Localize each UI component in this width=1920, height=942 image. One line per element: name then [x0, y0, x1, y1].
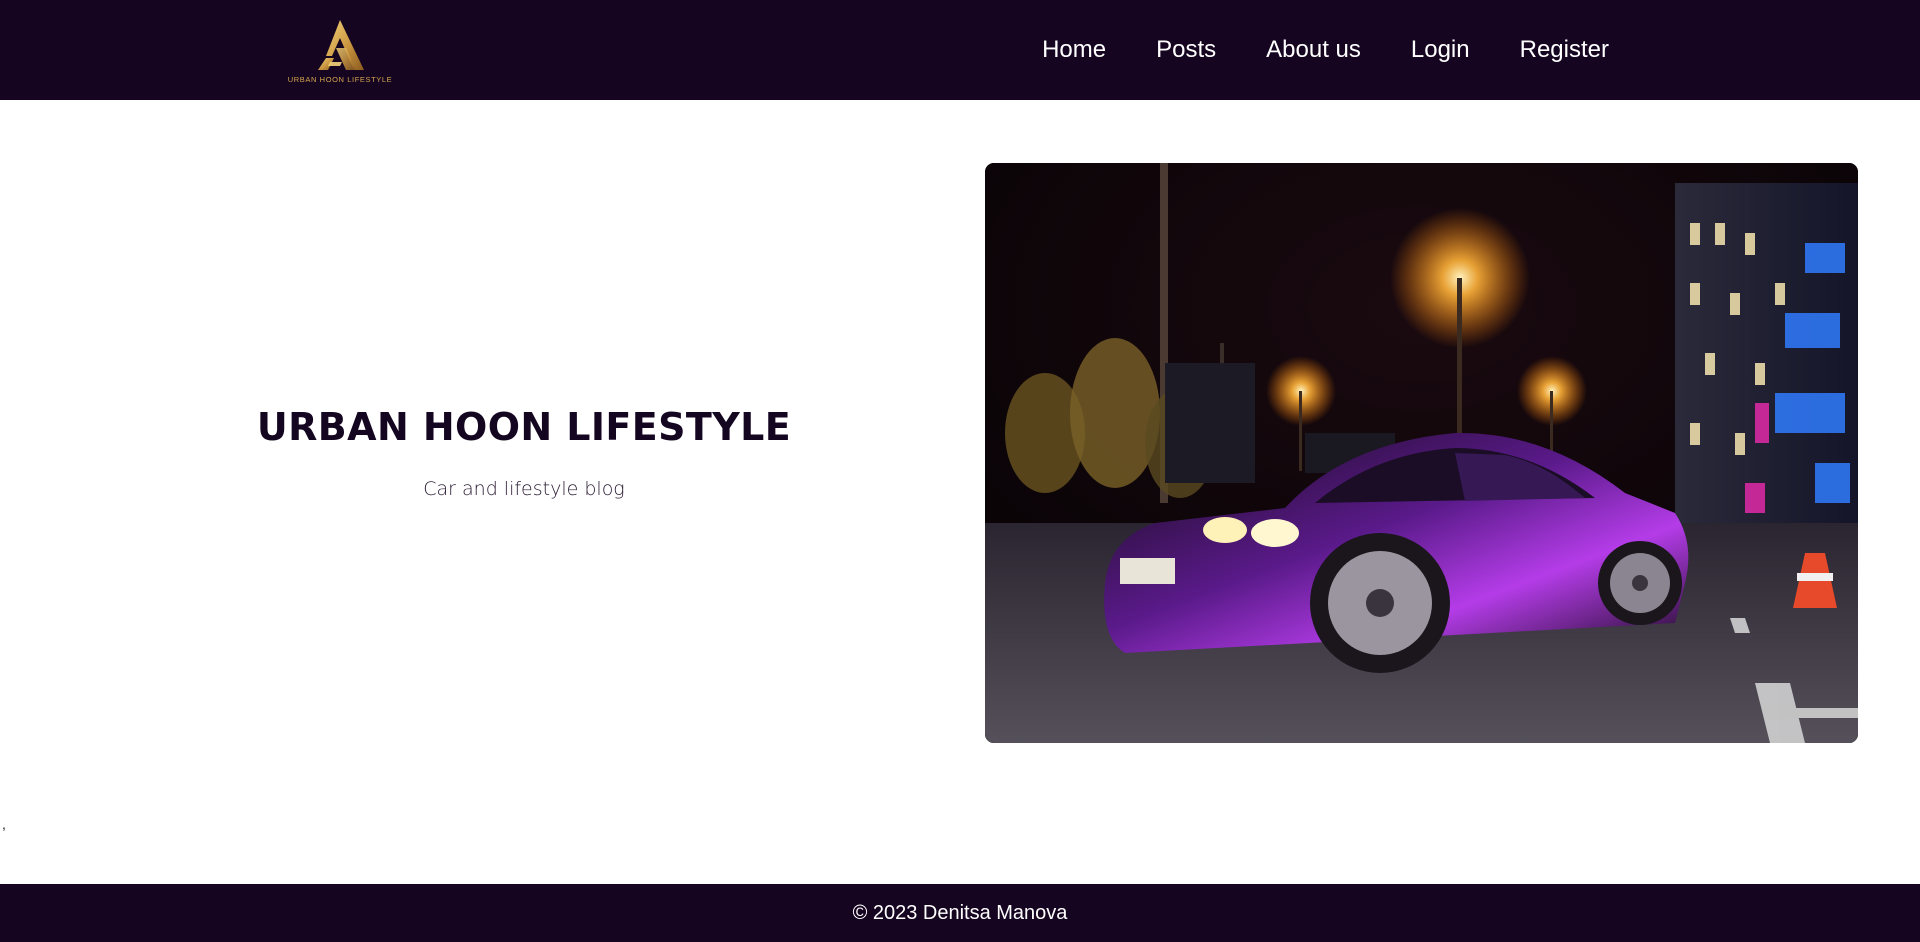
nav-about-link[interactable]: About us	[1266, 38, 1361, 62]
footer-copyright: © 2023 Denitsa Manova	[852, 901, 1068, 924]
hero-subtitle: Car and lifestyle blog	[423, 478, 625, 500]
site-footer: © 2023 Denitsa Manova	[0, 884, 1920, 942]
logo-text: URBAN HOON LIFESTYLE	[287, 75, 393, 84]
top-navbar: URBAN HOON LIFESTYLE Home Posts About us…	[0, 0, 1920, 100]
night-city-car-photo-icon	[985, 163, 1858, 743]
ua-mountain-logo-icon	[318, 20, 364, 70]
stray-comma: ,	[2, 816, 6, 832]
hero-car-photo	[985, 163, 1858, 743]
main-nav: Home Posts About us Login Register	[1042, 0, 1609, 100]
site-logo[interactable]: URBAN HOON LIFESTYLE	[286, 18, 394, 84]
hero-text-block: URBAN HOON LIFESTYLE Car and lifestyle b…	[200, 408, 848, 500]
hero-title: URBAN HOON LIFESTYLE	[256, 405, 792, 449]
nav-login-link[interactable]: Login	[1411, 38, 1470, 62]
nav-home-link[interactable]: Home	[1042, 38, 1106, 62]
nav-register-link[interactable]: Register	[1520, 38, 1609, 62]
nav-posts-link[interactable]: Posts	[1156, 38, 1216, 62]
